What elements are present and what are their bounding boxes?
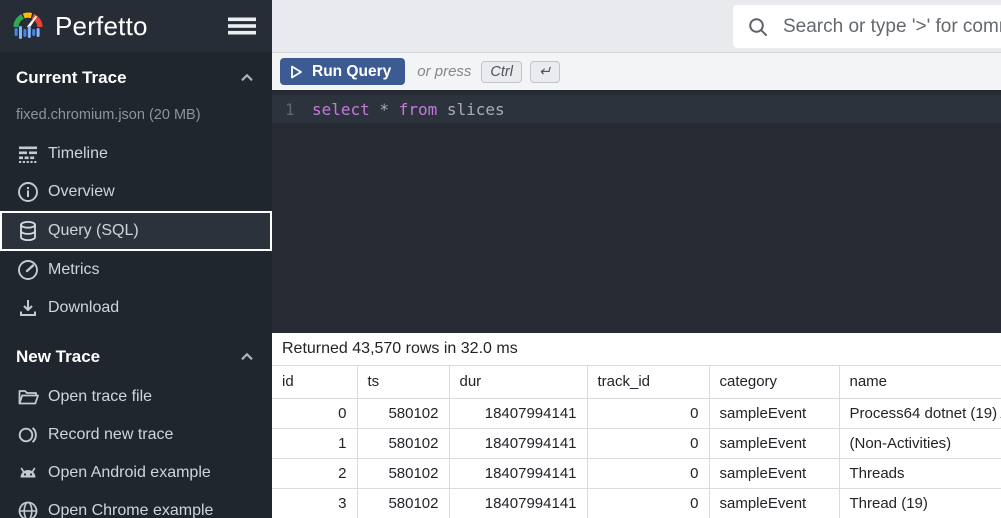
table-cell: 18407994141 (449, 428, 588, 459)
table-row: 0 580102 18407994141 0 sampleEvent Proce… (272, 398, 1001, 429)
table-cell: 0 (587, 458, 710, 489)
table-cell: 3 (272, 488, 358, 518)
table-cell: Process64 dotnet (19) A (839, 398, 1001, 429)
sidebar-item-label: Download (48, 299, 120, 316)
table-cell: (Non-Activities) (839, 428, 1001, 459)
table-cell: 2 (272, 458, 358, 489)
column-header-name: name (839, 366, 1001, 399)
table-cell: sampleEvent (709, 458, 840, 489)
line-number: 1 (285, 99, 295, 119)
sidebar-item-label: Open trace file (48, 388, 153, 405)
table-row: 3 580102 18407994141 0 sampleEvent Threa… (272, 488, 1001, 518)
table-cell: Threads (839, 458, 1001, 489)
sql-code: select * from slices (312, 100, 505, 119)
sidebar-item-label: Metrics (48, 261, 100, 278)
sidebar-item-label: Record new trace (48, 426, 174, 443)
query-bar: Run Query or press Ctrl ↵ (272, 52, 1001, 90)
speedometer-icon (18, 260, 38, 280)
enter-key-badge: ↵ (529, 60, 561, 83)
table-row: 2 580102 18407994141 0 sampleEvent Threa… (272, 458, 1001, 489)
sidebar-item-record-new-trace[interactable]: Record new trace (0, 416, 272, 454)
column-header-track-id: track_id (587, 366, 710, 399)
perfetto-logo-icon[interactable] (10, 8, 46, 44)
table-cell: 0 (587, 428, 710, 459)
sidebar-item-metrics[interactable]: Metrics (0, 251, 272, 289)
sidebar-header: Perfetto (0, 0, 272, 52)
result-table: id ts dur track_id category name 0 58010… (272, 366, 1001, 518)
sidebar-item-timeline[interactable]: Timeline (0, 135, 272, 173)
sidebar-item-open-chrome-example[interactable]: Open Chrome example (0, 492, 272, 518)
table-cell: 18407994141 (449, 398, 588, 429)
download-icon (20, 300, 36, 316)
sidebar: Perfetto Current Trace fixed.chromium.js… (0, 0, 272, 518)
main-content: Run Query or press Ctrl ↵ 1 select * fro… (272, 0, 1001, 518)
run-hint-text: or press (417, 63, 472, 80)
sidebar-item-label: Overview (48, 183, 115, 200)
sidebar-item-open-android-example[interactable]: Open Android example (0, 454, 272, 492)
run-query-label: Run Query (312, 62, 392, 80)
column-header-category: category (709, 366, 840, 399)
table-cell: 580102 (357, 458, 450, 489)
sidebar-item-overview[interactable]: Overview (0, 173, 272, 211)
table-cell: 0 (587, 488, 710, 518)
info-icon (18, 182, 38, 202)
sidebar-item-label: Query (SQL) (48, 222, 139, 239)
app-title: Perfetto (55, 10, 148, 41)
table-cell: 18407994141 (449, 488, 588, 518)
folder-open-icon (18, 390, 39, 405)
chevron-up-icon (241, 352, 253, 361)
sidebar-item-open-trace-file[interactable]: Open trace file (0, 378, 272, 416)
column-header-ts: ts (357, 366, 450, 399)
section-new-trace[interactable]: New Trace (0, 340, 272, 374)
section-label: New Trace (16, 347, 101, 366)
topbar (272, 0, 1001, 52)
sql-keyword: select (312, 99, 370, 119)
globe-icon (18, 501, 38, 518)
table-cell: 580102 (357, 488, 450, 518)
android-icon (20, 467, 36, 478)
search-input[interactable] (783, 15, 1001, 38)
database-icon (20, 221, 36, 241)
table-cell: sampleEvent (709, 428, 840, 459)
table-cell: Thread (19) (839, 488, 1001, 518)
sql-keyword: from (398, 99, 438, 119)
sidebar-item-label: Open Chrome example (48, 502, 214, 518)
table-cell: 0 (272, 398, 358, 429)
table-cell: 580102 (357, 428, 450, 459)
hamburger-icon (228, 17, 256, 35)
menu-toggle-button[interactable] (227, 14, 257, 38)
chevron-up-icon (241, 73, 253, 82)
table-cell: sampleEvent (709, 488, 840, 518)
sidebar-item-label: Open Android example (48, 464, 211, 481)
trace-file-name: fixed.chromium.json (20 MB) (16, 107, 201, 123)
record-icon (18, 427, 37, 443)
sidebar-item-download[interactable]: Download (0, 289, 272, 327)
table-cell: 0 (587, 398, 710, 429)
ctrl-key-badge: Ctrl (481, 60, 522, 83)
search-icon (749, 17, 767, 36)
query-result-summary: Returned 43,570 rows in 32.0 ms (272, 333, 1001, 366)
run-query-button[interactable]: Run Query (280, 58, 406, 85)
section-current-trace[interactable]: Current Trace (0, 61, 272, 95)
table-cell: 1 (272, 428, 358, 459)
section-label: Current Trace (16, 68, 127, 87)
table-header-row: id ts dur track_id category name (272, 366, 1001, 399)
search-box[interactable] (733, 5, 1001, 48)
table-cell: sampleEvent (709, 398, 840, 429)
query-results: Returned 43,570 rows in 32.0 ms id ts du… (272, 333, 1001, 518)
column-header-dur: dur (449, 366, 588, 399)
table-cell: 18407994141 (449, 458, 588, 489)
sidebar-item-query-sql[interactable]: Query (SQL) (0, 211, 272, 251)
table-row: 1 580102 18407994141 0 sampleEvent (Non-… (272, 428, 1001, 459)
table-cell: 580102 (357, 398, 450, 429)
sql-identifier: slices (437, 99, 505, 119)
sidebar-item-label: Timeline (48, 145, 108, 162)
sql-operator: * (369, 99, 399, 119)
play-icon (291, 65, 302, 78)
query-editor[interactable]: 1 select * from slices (272, 90, 1001, 333)
column-header-id: id (272, 366, 358, 399)
timeline-icon (19, 146, 37, 163)
editor-line: 1 select * from slices (272, 95, 1001, 123)
